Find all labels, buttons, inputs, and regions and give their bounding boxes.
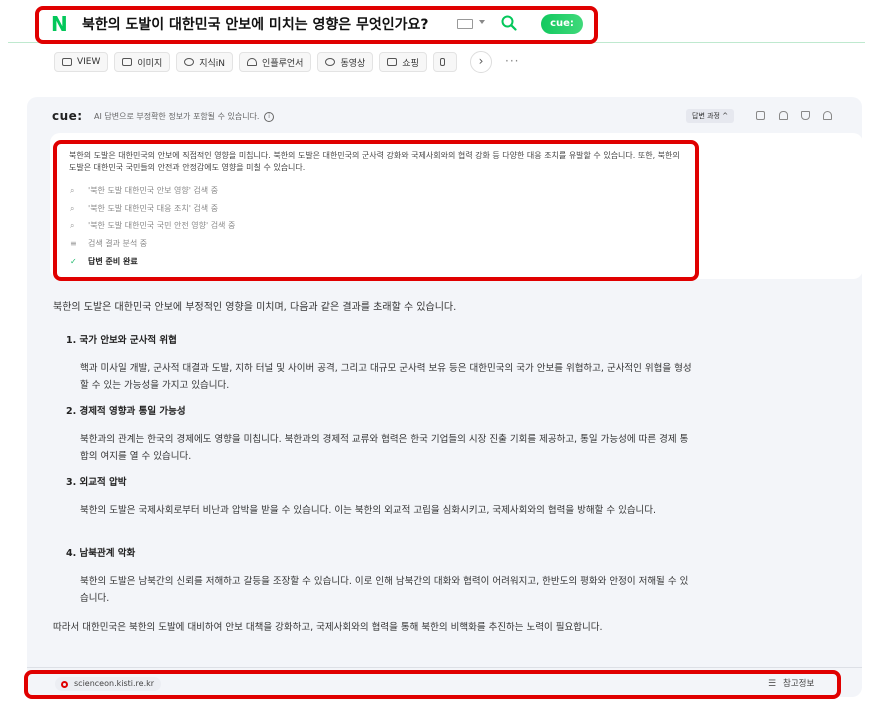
video-icon <box>325 58 336 66</box>
list-icon: ☰ <box>768 679 777 689</box>
tab-view[interactable]: VIEW <box>54 52 109 72</box>
copy-icon[interactable] <box>756 111 765 120</box>
tab-kin[interactable]: 지식iN <box>176 52 234 72</box>
process-step: ⌕ '북한 도발 대한민국 국민 안전 영향' 검색 중 <box>70 220 235 231</box>
reference-label: 참고정보 <box>783 679 815 689</box>
cue-logo: cue: <box>52 109 83 123</box>
image-icon <box>122 58 133 66</box>
tab-video[interactable]: 동영상 <box>317 52 374 72</box>
section-body: 북한의 도발은 남북간의 신뢰를 저해하고 갈등을 조장할 수 있습니다. 이로… <box>80 576 689 604</box>
search-icon[interactable] <box>501 15 517 31</box>
cue-button[interactable]: cue: <box>541 14 583 34</box>
thumbs-down-icon[interactable] <box>801 111 810 120</box>
step-label: 검색 결과 분석 중 <box>88 239 148 248</box>
chevron-down-icon[interactable] <box>479 20 485 24</box>
check-icon: ✓ <box>70 257 77 266</box>
search-header: N 북한의 도발이 대한민국 안보에 미치는 영향은 무엇인가요? cue: <box>0 0 873 46</box>
tab-label: 동영상 <box>340 58 366 69</box>
source-label: scienceon.kisti.re.kr <box>74 679 155 688</box>
tab-label: 지식iN <box>199 58 226 69</box>
more-icon[interactable]: ··· <box>505 54 519 68</box>
view-icon <box>62 58 72 66</box>
reference-info-button[interactable]: ☰ 참고정보 <box>768 677 814 689</box>
kin-icon <box>184 58 195 66</box>
section-body: 북한의 도발은 국제사회로부터 비난과 압박을 받을 수 있습니다. 이는 북한… <box>80 505 657 516</box>
section-heading: 4. 남북관계 악화 <box>66 548 136 559</box>
step-label: 답변 준비 완료 <box>88 257 138 266</box>
section-heading: 2. 경제적 영향과 통일 가능성 <box>66 406 186 417</box>
search-tabs: VIEW 이미지 지식iN 인플루언서 동영상 쇼핑 <box>54 52 457 72</box>
answer-conclusion: 따라서 대한민국은 북한의 도발에 대비하여 안보 대책을 강화하고, 국제사회… <box>53 622 603 633</box>
step-label: '북한 도발 대한민국 안보 영향' 검색 중 <box>88 186 219 195</box>
footer-divider <box>27 667 862 668</box>
step-label: '북한 도발 대한민국 대응 조치' 검색 중 <box>88 204 219 213</box>
process-summary: 북한의 도발은 대한민국의 안보에 직접적인 영향을 미칩니다. 북한의 도발은… <box>69 151 680 172</box>
info-icon[interactable]: i <box>264 111 275 122</box>
answer-process-toggle[interactable]: 답변 과정 ^ <box>686 109 735 123</box>
tab-label: 인플루언서 <box>262 58 304 69</box>
shopping-icon <box>387 58 398 66</box>
ai-notice-text: AI 답변으로 부정확한 정보가 포함될 수 있습니다. <box>94 112 260 121</box>
header-divider <box>8 42 865 43</box>
tab-label: 이미지 <box>137 58 163 69</box>
tab-shopping[interactable]: 쇼핑 <box>379 52 427 72</box>
section-heading: 3. 외교적 압박 <box>66 477 127 488</box>
tab-label: VIEW <box>77 57 101 67</box>
tab-image[interactable]: 이미지 <box>114 52 171 72</box>
search-query[interactable]: 북한의 도발이 대한민국 안보에 미치는 영향은 무엇인가요? <box>82 14 428 34</box>
section-body: 북한과의 관계는 한국의 경제에도 영향을 미칩니다. 북한과의 경제적 교류와… <box>80 434 689 462</box>
source-favicon-icon <box>61 680 68 688</box>
step-label: '북한 도발 대한민국 국민 안전 영향' 검색 중 <box>88 221 236 230</box>
naver-logo[interactable]: N <box>51 12 68 36</box>
answer-intro: 북한의 도발은 대한민국 안보에 부정적인 영향을 미치며, 다음과 같은 결과… <box>53 302 457 313</box>
influencer-icon <box>247 58 258 66</box>
report-icon[interactable] <box>823 111 832 120</box>
search-icon: ⌕ <box>70 204 75 213</box>
section-heading: 1. 국가 안보와 군사적 위협 <box>66 335 177 346</box>
section-body: 핵과 미사일 개발, 군사적 대결과 도발, 지하 터널 및 사이버 공격, 그… <box>80 363 692 391</box>
tab-influencer[interactable]: 인플루언서 <box>239 52 312 72</box>
source-link[interactable]: scienceon.kisti.re.kr <box>55 677 162 691</box>
process-step: ≡ 검색 결과 분석 중 <box>70 238 147 249</box>
tabs-next-button[interactable]: › <box>470 51 492 73</box>
news-icon <box>439 58 445 66</box>
tab-label: 쇼핑 <box>402 58 419 69</box>
process-step-complete: ✓ 답변 준비 완료 <box>70 256 138 267</box>
search-icon: ⌕ <box>70 186 75 195</box>
tab-news[interactable] <box>432 52 457 72</box>
ai-notice: AI 답변으로 부정확한 정보가 포함될 수 있습니다. i <box>94 111 275 122</box>
thumbs-up-icon[interactable] <box>779 111 788 120</box>
process-step: ⌕ '북한 도발 대한민국 대응 조치' 검색 중 <box>70 203 218 214</box>
process-step: ⌕ '북한 도발 대한민국 안보 영향' 검색 중 <box>70 185 218 196</box>
keyboard-icon[interactable] <box>457 19 473 29</box>
search-icon: ⌕ <box>70 221 75 230</box>
list-icon: ≡ <box>70 239 77 248</box>
